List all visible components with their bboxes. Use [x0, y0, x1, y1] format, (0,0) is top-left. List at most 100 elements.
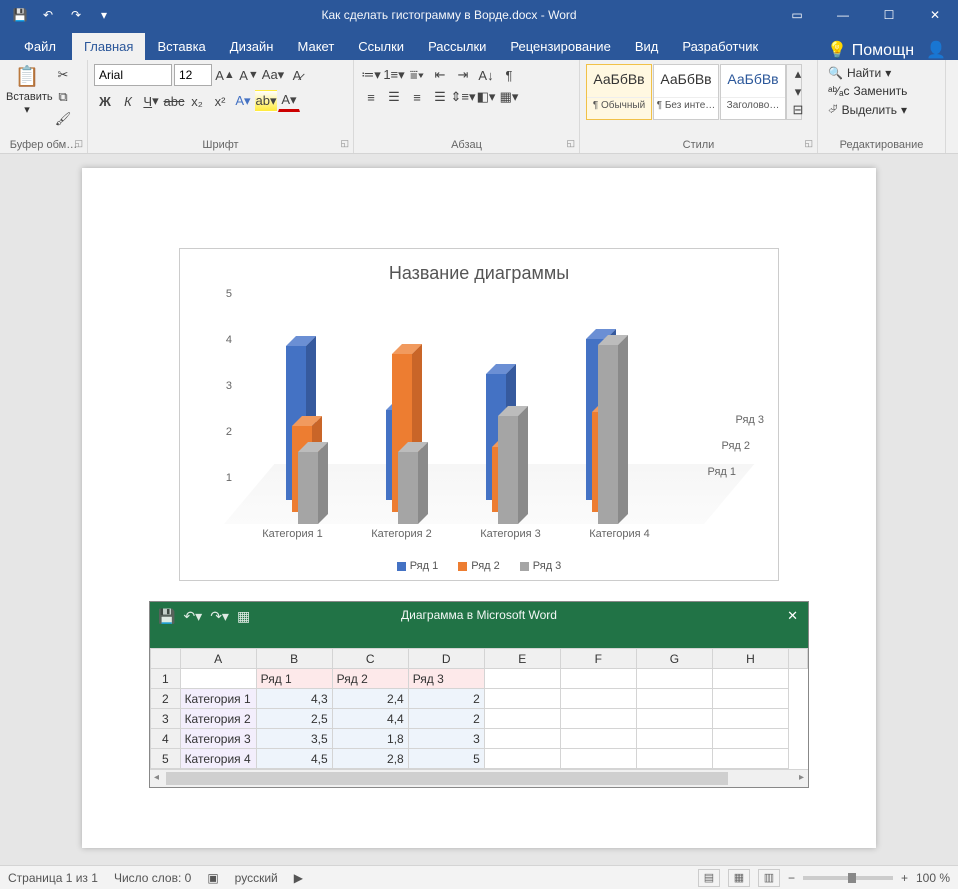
excel-col-header[interactable]: F	[560, 649, 636, 669]
excel-cell[interactable]	[712, 689, 788, 709]
subscript-icon[interactable]: x₂	[186, 90, 208, 112]
tab-view[interactable]: Вид	[623, 33, 671, 60]
show-marks-icon[interactable]: ¶	[498, 64, 520, 86]
excel-row-header[interactable]: 2	[151, 689, 181, 709]
shading-icon[interactable]: ◧▾	[475, 86, 497, 108]
italic-icon[interactable]: К	[117, 90, 139, 112]
zoom-slider[interactable]	[803, 876, 893, 880]
tab-home[interactable]: Главная	[72, 33, 145, 60]
excel-cell[interactable]: 4,5	[256, 749, 332, 769]
excel-cell[interactable]: 2	[408, 709, 484, 729]
excel-cell[interactable]	[636, 709, 712, 729]
tab-developer[interactable]: Разработчик	[670, 33, 770, 60]
cut-icon[interactable]: ✂	[52, 64, 74, 86]
view-read-icon[interactable]: ▤	[698, 869, 720, 887]
excel-cell[interactable]	[560, 709, 636, 729]
style-item[interactable]: АаБбВвЗаголово…	[720, 64, 786, 120]
excel-cell[interactable]	[712, 729, 788, 749]
excel-row-header[interactable]: 3	[151, 709, 181, 729]
style-item[interactable]: АаБбВв¶ Обычный	[586, 64, 652, 120]
excel-cell[interactable]: Категория 3	[180, 729, 256, 749]
justify-icon[interactable]: ☰	[429, 86, 451, 108]
status-macro-icon[interactable]: ▶	[294, 871, 303, 885]
align-center-icon[interactable]: ☰	[383, 86, 405, 108]
excel-col-header[interactable]: H	[712, 649, 788, 669]
text-effects-icon[interactable]: A▾	[232, 90, 254, 112]
excel-col-header[interactable]: G	[636, 649, 712, 669]
launcher-icon[interactable]: ◱	[340, 138, 349, 149]
change-case-icon[interactable]: Aa▾	[262, 64, 284, 86]
status-spellcheck-icon[interactable]: ▣	[207, 871, 218, 885]
excel-grid[interactable]: ABCDEFGH1Ряд 1Ряд 2Ряд 32Категория 14,32…	[150, 648, 808, 787]
replace-button[interactable]: ᵃᵇ⁄ₐc Заменить	[824, 82, 911, 100]
view-print-icon[interactable]: ▦	[728, 869, 750, 887]
excel-col-header[interactable]: E	[484, 649, 560, 669]
excel-cell[interactable]	[712, 749, 788, 769]
excel-close-icon[interactable]: ✕	[787, 608, 798, 624]
font-color-icon[interactable]: A▾	[278, 90, 300, 112]
excel-cell[interactable]: 3,5	[256, 729, 332, 749]
excel-cell[interactable]: 2	[408, 689, 484, 709]
excel-cell[interactable]: 2,4	[332, 689, 408, 709]
excel-row-header[interactable]: 5	[151, 749, 181, 769]
tab-file[interactable]: Файл	[8, 33, 72, 60]
excel-cell[interactable]	[484, 689, 560, 709]
document-workspace[interactable]: Название диаграммы 12345 Категория 1Кате…	[0, 154, 958, 865]
tab-references[interactable]: Ссылки	[346, 33, 416, 60]
clear-format-icon[interactable]: A̷	[286, 64, 308, 86]
excel-cell[interactable]	[636, 689, 712, 709]
ribbon-options-icon[interactable]: ▭	[774, 0, 820, 30]
tab-design[interactable]: Дизайн	[218, 33, 286, 60]
tab-insert[interactable]: Вставка	[145, 33, 217, 60]
style-up-icon[interactable]: ▴	[787, 65, 809, 83]
minimize-icon[interactable]: —	[820, 0, 866, 30]
chart-object[interactable]: Название диаграммы 12345 Категория 1Кате…	[179, 248, 779, 581]
zoom-level[interactable]: 100 %	[916, 871, 950, 885]
launcher-icon[interactable]: ◱	[804, 138, 813, 149]
increase-indent-icon[interactable]: ⇥	[452, 64, 474, 86]
account-icon[interactable]: 👤	[926, 40, 946, 60]
align-right-icon[interactable]: ≡	[406, 86, 428, 108]
launcher-icon[interactable]: ◱	[566, 138, 575, 149]
excel-cell[interactable]	[484, 669, 560, 689]
excel-cell[interactable]	[180, 669, 256, 689]
find-button[interactable]: 🔍 Найти ▾	[824, 64, 911, 82]
tab-mailings[interactable]: Рассылки	[416, 33, 498, 60]
excel-h-scrollbar[interactable]: ◂▸	[150, 769, 808, 787]
multilevel-icon[interactable]: ⩸▾	[406, 64, 428, 86]
excel-col-header[interactable]: A	[180, 649, 256, 669]
excel-cell[interactable]	[484, 709, 560, 729]
save-icon[interactable]: 💾	[8, 3, 32, 27]
excel-cell[interactable]	[636, 749, 712, 769]
excel-cell[interactable]	[484, 749, 560, 769]
excel-row-header[interactable]: 1	[151, 669, 181, 689]
paste-button[interactable]: 📋Вставить ▾	[6, 64, 48, 137]
zoom-in-icon[interactable]: +	[901, 871, 908, 885]
status-words[interactable]: Число слов: 0	[114, 871, 191, 885]
excel-cell[interactable]: 5	[408, 749, 484, 769]
tab-layout[interactable]: Макет	[285, 33, 346, 60]
style-gallery[interactable]: АаБбВв¶ ОбычныйАаБбВв¶ Без инте…АаБбВвЗа…	[586, 64, 786, 120]
qat-customize-icon[interactable]: ▾	[92, 3, 116, 27]
decrease-indent-icon[interactable]: ⇤	[429, 64, 451, 86]
excel-cell[interactable]: 2,8	[332, 749, 408, 769]
chart-data-window[interactable]: 💾 ↶▾ ↷▾ ▦ Диаграмма в Microsoft Word ✕ A…	[149, 601, 809, 788]
excel-cell[interactable]: Ряд 3	[408, 669, 484, 689]
excel-v-scrollbar[interactable]	[788, 649, 807, 669]
excel-col-header[interactable]: C	[332, 649, 408, 669]
tell-me[interactable]: 💡 Помощн	[827, 40, 914, 60]
excel-cell[interactable]	[560, 689, 636, 709]
view-web-icon[interactable]: ▥	[758, 869, 780, 887]
strike-icon[interactable]: abc	[163, 90, 185, 112]
redo-icon[interactable]: ↷	[64, 3, 88, 27]
maximize-icon[interactable]: ☐	[866, 0, 912, 30]
tab-review[interactable]: Рецензирование	[498, 33, 622, 60]
excel-cell[interactable]: 4,3	[256, 689, 332, 709]
status-language[interactable]: русский	[235, 871, 278, 885]
sort-icon[interactable]: A↓	[475, 64, 497, 86]
excel-cell[interactable]: Ряд 2	[332, 669, 408, 689]
copy-icon[interactable]: ⧉	[52, 86, 74, 108]
zoom-out-icon[interactable]: −	[788, 871, 795, 885]
status-page[interactable]: Страница 1 из 1	[8, 871, 98, 885]
launcher-icon[interactable]: ◱	[74, 138, 83, 149]
